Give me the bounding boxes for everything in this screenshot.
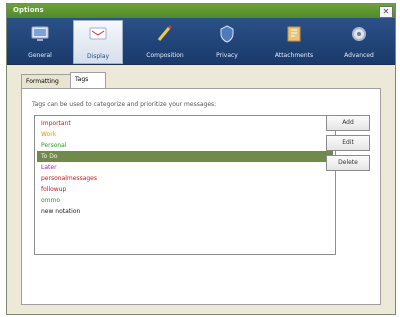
tab-formatting[interactable]: Formatting <box>21 74 76 89</box>
tag-item[interactable]: personalmessages <box>37 173 333 184</box>
toolbar-general[interactable]: General <box>15 20 65 62</box>
tags-hint: Tags can be used to categorize and prior… <box>32 101 217 108</box>
tag-item-selected[interactable]: To Do <box>37 151 333 162</box>
tags-panel: Tags can be used to categorize and prior… <box>21 88 381 305</box>
toolbar-label-privacy: Privacy <box>216 52 238 59</box>
tag-item[interactable]: ommo <box>37 195 333 206</box>
pencil-icon <box>157 24 173 41</box>
toolbar-label-general: General <box>28 52 52 59</box>
tag-item[interactable]: Later <box>37 162 333 173</box>
shield-icon <box>220 25 234 43</box>
close-icon[interactable]: ✕ <box>379 6 393 18</box>
edit-button[interactable]: Edit <box>326 135 370 151</box>
toolbar-display[interactable]: Display <box>73 20 123 64</box>
toolbar-label-advanced: Advanced <box>344 52 374 59</box>
toolbar-attachments[interactable]: Attachments <box>263 20 325 62</box>
tag-item[interactable]: new notation <box>37 206 333 217</box>
tab-tags[interactable]: Tags <box>70 72 106 89</box>
tags-list[interactable]: Important Work Personal To Do Later pers… <box>34 115 336 255</box>
toolbar-advanced[interactable]: Advanced <box>332 20 386 62</box>
title-bar: Options ✕ <box>7 4 395 18</box>
attachment-icon <box>287 26 301 42</box>
tag-item[interactable]: followup <box>37 184 333 195</box>
gear-icon <box>352 27 366 41</box>
tag-item[interactable]: Work <box>37 129 333 140</box>
window-title: Options <box>13 6 44 14</box>
toolbar: General Display Composition Privacy Atta… <box>7 18 395 65</box>
options-window: Options ✕ General Display Composition Pr… <box>6 3 396 315</box>
display-icon <box>89 27 107 40</box>
add-button[interactable]: Add <box>326 115 370 131</box>
toolbar-label-attachments: Attachments <box>274 52 314 59</box>
toolbar-privacy[interactable]: Privacy <box>203 20 251 62</box>
tag-item[interactable]: Important <box>37 118 333 129</box>
delete-button[interactable]: Delete <box>326 155 370 171</box>
toolbar-composition[interactable]: Composition <box>135 20 195 62</box>
tag-item[interactable]: Personal <box>37 140 333 151</box>
general-icon <box>31 26 49 41</box>
toolbar-label-display: Display <box>86 53 110 60</box>
toolbar-label-composition: Composition <box>146 52 184 59</box>
